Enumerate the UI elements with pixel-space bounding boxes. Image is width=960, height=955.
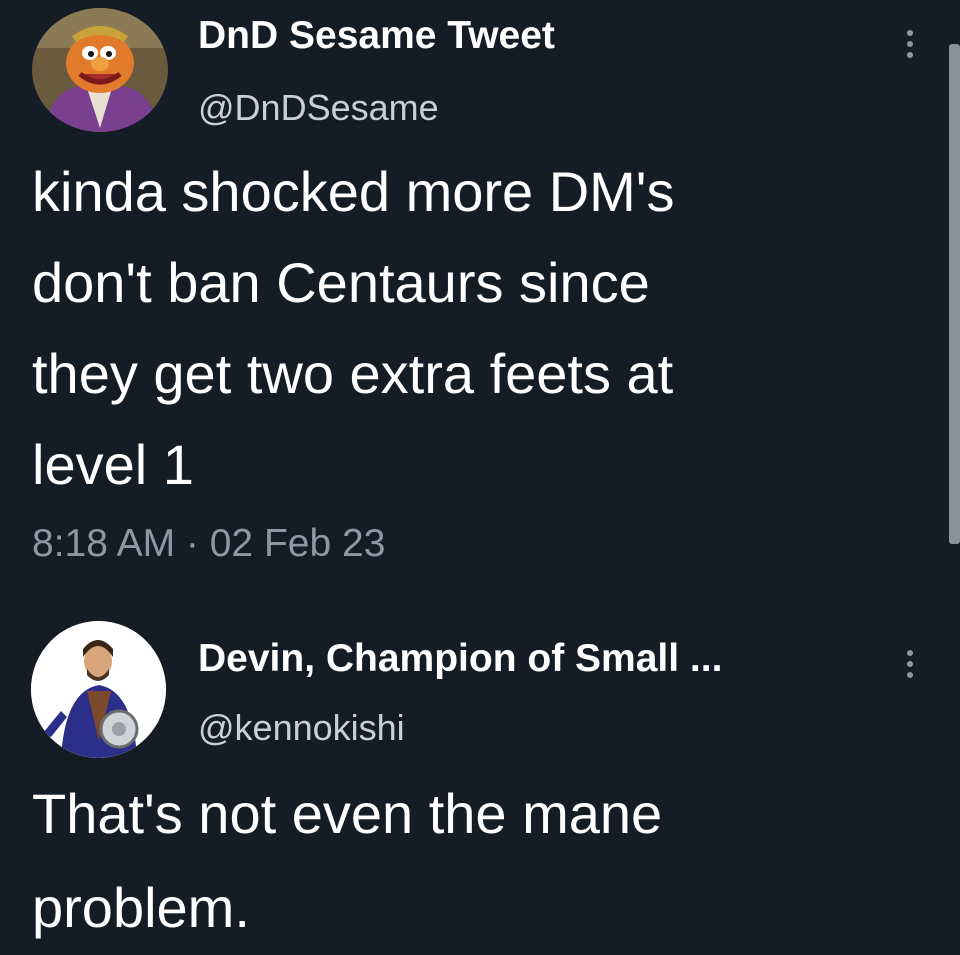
- user-handle[interactable]: @kennokishi: [198, 707, 405, 749]
- display-name[interactable]: DnD Sesame Tweet: [198, 14, 555, 58]
- sesame-puppet-avatar-image: [32, 8, 168, 132]
- more-options-button[interactable]: [896, 24, 924, 64]
- scrollbar[interactable]: [949, 44, 960, 544]
- tweet-reply[interactable]: Devin, Champion of Small ... @kennokishi…: [0, 600, 940, 939]
- avatar[interactable]: [31, 621, 166, 758]
- more-vertical-icon: [907, 30, 913, 36]
- tweet-text: That's not even the mane problem.: [32, 782, 663, 939]
- tweet-text: kinda shocked more DM's don't ban Centau…: [32, 160, 675, 496]
- display-name[interactable]: Devin, Champion of Small ...: [198, 637, 722, 681]
- tweet-timestamp[interactable]: 8:18 AM · 02 Feb 23: [32, 522, 385, 566]
- more-vertical-icon: [907, 650, 913, 656]
- user-handle[interactable]: @DnDSesame: [198, 87, 439, 129]
- tweet-main[interactable]: DnD Sesame Tweet @DnDSesame kinda shocke…: [0, 0, 940, 600]
- more-options-button[interactable]: [896, 644, 924, 684]
- avatar[interactable]: [32, 8, 168, 132]
- character-illustration-avatar-image: [31, 621, 166, 758]
